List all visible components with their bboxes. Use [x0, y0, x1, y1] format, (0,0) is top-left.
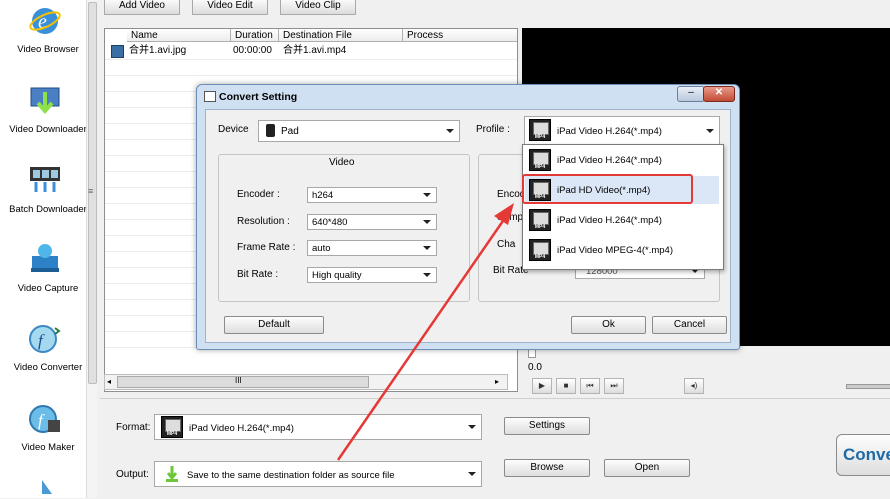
annotation-arrow — [336, 203, 514, 461]
